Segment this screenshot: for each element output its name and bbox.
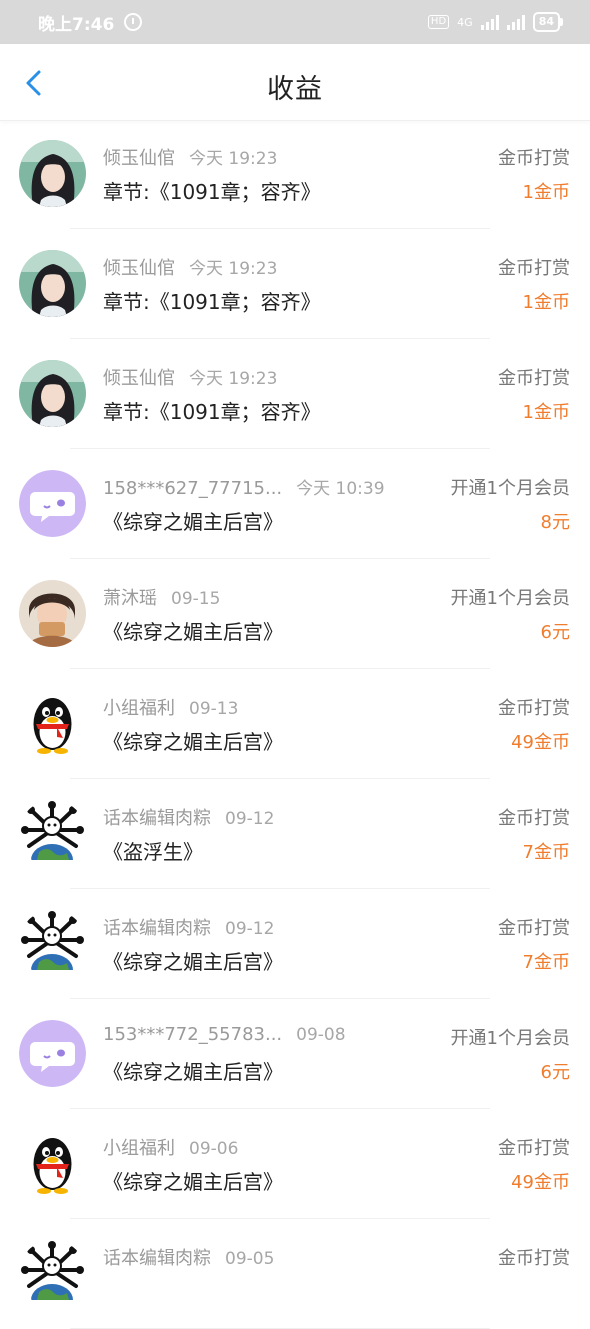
user-name: 小组福利 — [103, 698, 175, 719]
record-time: 今天 19:23 — [189, 259, 278, 279]
user-name: 话本编辑肉粽 — [103, 1248, 211, 1269]
globe-creature-avatar[interactable] — [19, 910, 86, 977]
record-time: 09-06 — [189, 1139, 239, 1159]
earnings-list: 倾玉仙倌 今天 19:23 章节:《1091章；容齐》 金币打赏 1金币 倾玉仙倌… — [0, 119, 590, 1329]
signal-icon-2 — [506, 14, 525, 30]
record-amount: 1金币 — [522, 402, 570, 423]
record-amount: 1金币 — [522, 182, 570, 203]
work-title: 《综穿之媚主后宫》 — [103, 950, 283, 974]
work-title: 章节:《1091章；容齐》 — [103, 400, 321, 424]
chat-bubble-avatar[interactable] — [19, 470, 86, 537]
user-name: 倾玉仙倌 — [103, 148, 175, 169]
user-name: 158***627_77715... — [103, 478, 283, 499]
portrait-avatar[interactable] — [19, 140, 86, 207]
record-amount: 8元 — [540, 512, 570, 533]
portrait-avatar[interactable] — [19, 360, 86, 427]
globe-creature-avatar[interactable] — [19, 1240, 86, 1307]
earning-record[interactable]: 倾玉仙倌 今天 19:23 章节:《1091章；容齐》 金币打赏 1金币 — [0, 339, 590, 449]
chat-bubble-avatar[interactable] — [19, 1020, 86, 1087]
status-time: 晚上7:46 — [38, 14, 115, 35]
record-amount: 1金币 — [522, 292, 570, 313]
alarm-icon — [124, 13, 143, 31]
record-type: 金币打赏 — [498, 148, 570, 169]
record-time: 今天 19:23 — [189, 149, 278, 169]
record-time: 今天 19:23 — [189, 369, 278, 389]
penguin-avatar[interactable] — [19, 1130, 86, 1197]
record-type: 金币打赏 — [498, 918, 570, 939]
work-title: 章节:《1091章；容齐》 — [103, 180, 321, 204]
work-title: 《盗浮生》 — [103, 840, 203, 864]
user-name: 萧沐瑶 — [103, 588, 157, 609]
record-type: 金币打赏 — [498, 1248, 570, 1269]
battery-level: 84 — [538, 15, 554, 28]
record-type: 金币打赏 — [498, 808, 570, 829]
earning-record[interactable]: 倾玉仙倌 今天 19:23 章节:《1091章；容齐》 金币打赏 1金币 — [0, 229, 590, 339]
battery-icon: 84 — [532, 12, 564, 32]
earning-record[interactable]: 158***627_77715... 今天 10:39 《综穿之媚主后宫》 开通1… — [0, 449, 590, 559]
work-title: 《综穿之媚主后宫》 — [103, 730, 283, 754]
portrait-avatar[interactable] — [19, 250, 86, 317]
user-name: 倾玉仙倌 — [103, 368, 175, 389]
earning-record[interactable]: 小组福利 09-13 《综穿之媚主后宫》 金币打赏 49金币 — [0, 669, 590, 779]
record-amount: 6元 — [540, 1062, 570, 1083]
record-amount: 7金币 — [522, 952, 570, 973]
page-title: 收益 — [267, 74, 323, 105]
earning-record[interactable]: 小组福利 09-06 《综穿之媚主后宫》 金币打赏 49金币 — [0, 1109, 590, 1219]
user-name: 话本编辑肉粽 — [103, 918, 211, 939]
record-type: 开通1个月会员 — [450, 1028, 570, 1049]
record-type: 金币打赏 — [498, 698, 570, 719]
earning-record[interactable]: 倾玉仙倌 今天 19:23 章节:《1091章；容齐》 金币打赏 1金币 — [0, 119, 590, 229]
record-amount: 6元 — [540, 622, 570, 643]
user-name: 话本编辑肉粽 — [103, 808, 211, 829]
record-time: 09-15 — [171, 589, 221, 609]
work-title: 章节:《1091章；容齐》 — [103, 290, 321, 314]
work-title: 《综穿之媚主后宫》 — [103, 510, 283, 534]
record-amount: 49金币 — [511, 732, 570, 753]
user-name: 153***772_55783... — [103, 1024, 283, 1045]
user-name: 倾玉仙倌 — [103, 258, 175, 279]
record-amount: 49金币 — [511, 1172, 570, 1193]
globe-creature-avatar[interactable] — [19, 800, 86, 867]
work-title: 《综穿之媚主后宫》 — [103, 1170, 283, 1194]
earning-record[interactable]: 153***772_55783... 09-08 《综穿之媚主后宫》 开通1个月会… — [0, 999, 590, 1109]
record-time: 09-12 — [225, 809, 275, 829]
record-type: 金币打赏 — [498, 1138, 570, 1159]
record-time: 09-08 — [296, 1025, 346, 1045]
record-type: 金币打赏 — [498, 368, 570, 389]
earning-record[interactable]: 话本编辑肉粽 09-12 《盗浮生》 金币打赏 7金币 — [0, 779, 590, 889]
earning-record[interactable]: 萧沐瑶 09-15 《综穿之媚主后宫》 开通1个月会员 6元 — [0, 559, 590, 669]
record-time: 09-13 — [189, 699, 239, 719]
record-amount: 7金币 — [522, 842, 570, 863]
record-time: 09-12 — [225, 919, 275, 939]
hd-icon: HD — [427, 15, 450, 29]
record-type: 开通1个月会员 — [450, 478, 570, 499]
status-bar: 晚上7:46 HD 4G 84 — [0, 0, 590, 44]
signal-icon — [480, 14, 499, 30]
network-label: 4G — [457, 15, 473, 29]
record-time: 今天 10:39 — [296, 479, 385, 499]
user-name: 小组福利 — [103, 1138, 175, 1159]
earning-record[interactable]: 话本编辑肉粽 09-05 金币打赏 — [0, 1219, 590, 1329]
penguin-avatar[interactable] — [19, 690, 86, 757]
child-photo-avatar[interactable] — [19, 580, 86, 647]
record-type: 开通1个月会员 — [450, 588, 570, 609]
header: 收益 — [0, 44, 590, 121]
work-title: 《综穿之媚主后宫》 — [103, 1060, 283, 1084]
record-type: 金币打赏 — [498, 258, 570, 279]
earning-record[interactable]: 话本编辑肉粽 09-12 《综穿之媚主后宫》 金币打赏 7金币 — [0, 889, 590, 999]
record-time: 09-05 — [225, 1249, 275, 1269]
work-title: 《综穿之媚主后宫》 — [103, 620, 283, 644]
